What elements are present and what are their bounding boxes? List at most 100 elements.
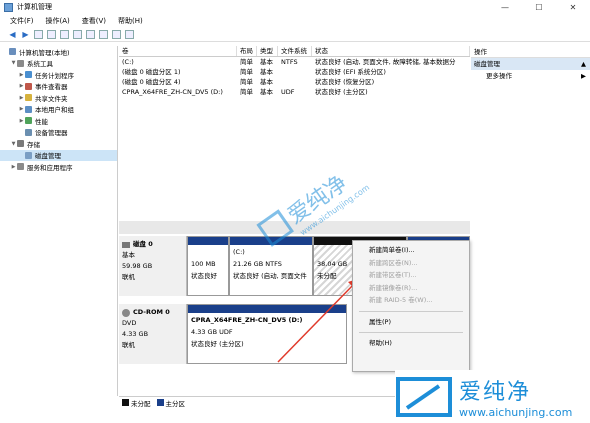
context-menu: 新建简单卷(I)... 新建跨区卷(N)... 新建带区卷(T)... 新建镜像卷(R… xyxy=(352,240,470,372)
column-volume[interactable]: 卷 xyxy=(119,46,237,56)
context-menu-item[interactable]: 帮助(H) xyxy=(353,337,469,350)
check-icon[interactable] xyxy=(99,30,108,39)
table-row[interactable]: (磁盘 0 磁盘分区 4) 简单 基本 状态良好 (恢复分区) xyxy=(119,77,470,87)
rescan-icon[interactable] xyxy=(86,30,95,39)
table-cell: (磁盘 0 磁盘分区 1) xyxy=(122,68,181,76)
menu-file[interactable]: 文件(F) xyxy=(10,16,34,26)
table-cell: CPRA_X64FRE_ZH-CN_DV5 (D:) xyxy=(122,88,223,96)
cdrom-0-label[interactable]: CD-ROM 0 DVD 4.33 GB 联机 xyxy=(119,304,187,364)
actions-header: 操作 xyxy=(471,46,590,58)
expand-chevron-icon[interactable]: ▶ xyxy=(18,95,25,101)
menu-help[interactable]: 帮助(H) xyxy=(118,16,143,26)
actions-pane: 操作 磁盘管理 ▲ 更多操作 ▶ xyxy=(471,46,590,396)
table-cell: NTFS xyxy=(281,58,298,66)
tree-node-icon xyxy=(25,151,32,159)
actions-section-label: 磁盘管理 xyxy=(474,60,500,68)
table-cell: 简单 xyxy=(240,88,253,96)
tree-item[interactable]: 设备管理器 xyxy=(0,127,117,139)
tree-node-icon xyxy=(25,82,32,90)
navigation-tree: 计算机管理(本地) ▼ 系统工具 ▶ 任务计划程序 ▶ 事件查看器 ▶ 共享文件夹 ▶ 本地用户和组… xyxy=(0,46,118,396)
disk-partition[interactable]: 100 MB 状态良好 xyxy=(187,236,229,296)
toolbar: ◀ ▶ xyxy=(0,28,590,42)
disk-0-status: 联机 xyxy=(122,273,135,281)
table-row[interactable]: (C:) 简单 基本 NTFS 状态良好 (启动, 页面文件, 故障转储, 基本数据分 xyxy=(119,57,470,67)
close-button[interactable]: ✕ xyxy=(556,0,590,14)
table-cell xyxy=(278,67,312,77)
tree-item-label: 设备管理器 xyxy=(35,129,68,138)
table-row[interactable]: (磁盘 0 磁盘分区 1) 简单 基本 状态良好 (EFI 系统分区) xyxy=(119,67,470,77)
tree-item[interactable]: ▼ 系统工具 xyxy=(0,58,117,70)
maximize-button[interactable]: ☐ xyxy=(522,0,556,14)
context-menu-item: 新建镜像卷(R)... xyxy=(369,283,418,292)
column-layout[interactable]: 布局 xyxy=(237,46,257,56)
context-menu-item[interactable]: 新建简单卷(I)... xyxy=(353,244,469,257)
tree-item-label: 性能 xyxy=(35,117,48,126)
table-cell: 基本 xyxy=(260,78,273,86)
volume-table-header: 卷 布局 类型 文件系统 状态 xyxy=(119,46,470,57)
tree-item[interactable]: ▶ 共享文件夹 xyxy=(0,92,117,104)
tree-node-icon xyxy=(9,48,16,56)
expand-chevron-icon[interactable]: ▼ xyxy=(10,60,17,66)
brand-logo-icon xyxy=(396,376,452,417)
legend-unallocated: 未分配 xyxy=(131,399,151,408)
delete-icon[interactable] xyxy=(112,30,121,39)
table-cell: (C:) xyxy=(122,58,134,66)
tree-item[interactable]: 磁盘管理 xyxy=(0,149,117,161)
partition-text: (C:) xyxy=(233,248,245,256)
tree-item[interactable]: ▶ 任务计划程序 xyxy=(0,69,117,81)
disk-0-label[interactable]: 磁盘 0 基本 59.98 GB 联机 xyxy=(119,236,187,296)
more-actions-label: 更多操作 xyxy=(486,72,512,80)
volume-table-body: (C:) 简单 基本 NTFS 状态良好 (启动, 页面文件, 故障转储, 基本数据分(… xyxy=(119,57,470,97)
help-icon[interactable] xyxy=(60,30,69,39)
table-cell: 状态良好 (主分区) xyxy=(315,88,368,96)
menu-view[interactable]: 查看(V) xyxy=(82,16,106,26)
tree-item-label: 任务计划程序 xyxy=(35,71,74,80)
cdrom-0-size: 4.33 GB xyxy=(122,330,149,338)
expand-chevron-icon[interactable]: ▼ xyxy=(10,141,17,147)
app-icon xyxy=(4,2,13,12)
pane-splitter[interactable] xyxy=(119,221,470,234)
back-arrow-icon[interactable]: ◀ xyxy=(8,30,17,39)
search-icon[interactable] xyxy=(125,30,134,39)
tree-item[interactable]: 计算机管理(本地) xyxy=(0,46,117,58)
menu-action[interactable]: 操作(A) xyxy=(46,16,70,26)
tree-item[interactable]: ▶ 服务和应用程序 xyxy=(0,161,117,173)
context-menu-item: 新建 RAID-5 卷(W)... xyxy=(369,296,433,304)
tree-item[interactable]: ▶ 本地用户和组 xyxy=(0,104,117,116)
more-actions[interactable]: 更多操作 ▶ xyxy=(471,70,590,82)
tree-item-label: 本地用户和组 xyxy=(35,106,74,115)
brand-url: www.aichunjing.com xyxy=(459,406,573,419)
legend-primary: 主分区 xyxy=(165,399,186,408)
tree-item[interactable]: ▼ 存储 xyxy=(0,138,117,150)
expand-chevron-icon[interactable]: ▶ xyxy=(10,164,17,170)
expand-chevron-icon[interactable]: ▶ xyxy=(18,118,25,124)
computer-management-window: 计算机管理 — ☐ ✕ 文件(F) 操作(A) 查看(V) 帮助(H) ◀ ▶ … xyxy=(0,0,590,423)
table-cell: 简单 xyxy=(240,68,253,76)
partition-bar xyxy=(230,237,312,245)
context-menu-item: 新建带区卷(T)... xyxy=(369,271,417,279)
tree-node-icon xyxy=(25,71,32,79)
expand-chevron-icon[interactable]: ▶ xyxy=(18,106,25,112)
tree-item[interactable]: ▶ 性能 xyxy=(0,115,117,127)
show-tree-icon[interactable] xyxy=(47,30,56,39)
forward-arrow-icon[interactable]: ▶ xyxy=(21,30,30,39)
column-type[interactable]: 类型 xyxy=(257,46,278,56)
expand-chevron-icon[interactable]: ▶ xyxy=(18,83,25,89)
column-status[interactable]: 状态 xyxy=(312,46,470,56)
expand-chevron-icon[interactable]: ▶ xyxy=(18,72,25,78)
properties-icon[interactable] xyxy=(73,30,82,39)
up-folder-icon[interactable] xyxy=(34,30,43,39)
column-filesystem[interactable]: 文件系统 xyxy=(278,46,312,56)
context-menu-item: 新建跨区卷(N)... xyxy=(369,258,418,267)
context-menu-item[interactable]: 属性(P) xyxy=(353,316,469,329)
table-row[interactable]: CPRA_X64FRE_ZH-CN_DV5 (D:) 简单 基本 UDF 状态良好 (主… xyxy=(119,87,470,97)
table-cell: 基本 xyxy=(260,88,273,96)
tree-item-label: 存储 xyxy=(27,140,40,149)
actions-section-disk-management[interactable]: 磁盘管理 ▲ xyxy=(471,58,590,70)
tree-node-icon xyxy=(17,59,24,67)
tree-node-icon xyxy=(25,94,32,102)
table-cell: 基本 xyxy=(260,58,273,66)
minimize-button[interactable]: — xyxy=(488,0,522,14)
tree-node-icon xyxy=(17,140,24,148)
tree-item[interactable]: ▶ 事件查看器 xyxy=(0,81,117,93)
